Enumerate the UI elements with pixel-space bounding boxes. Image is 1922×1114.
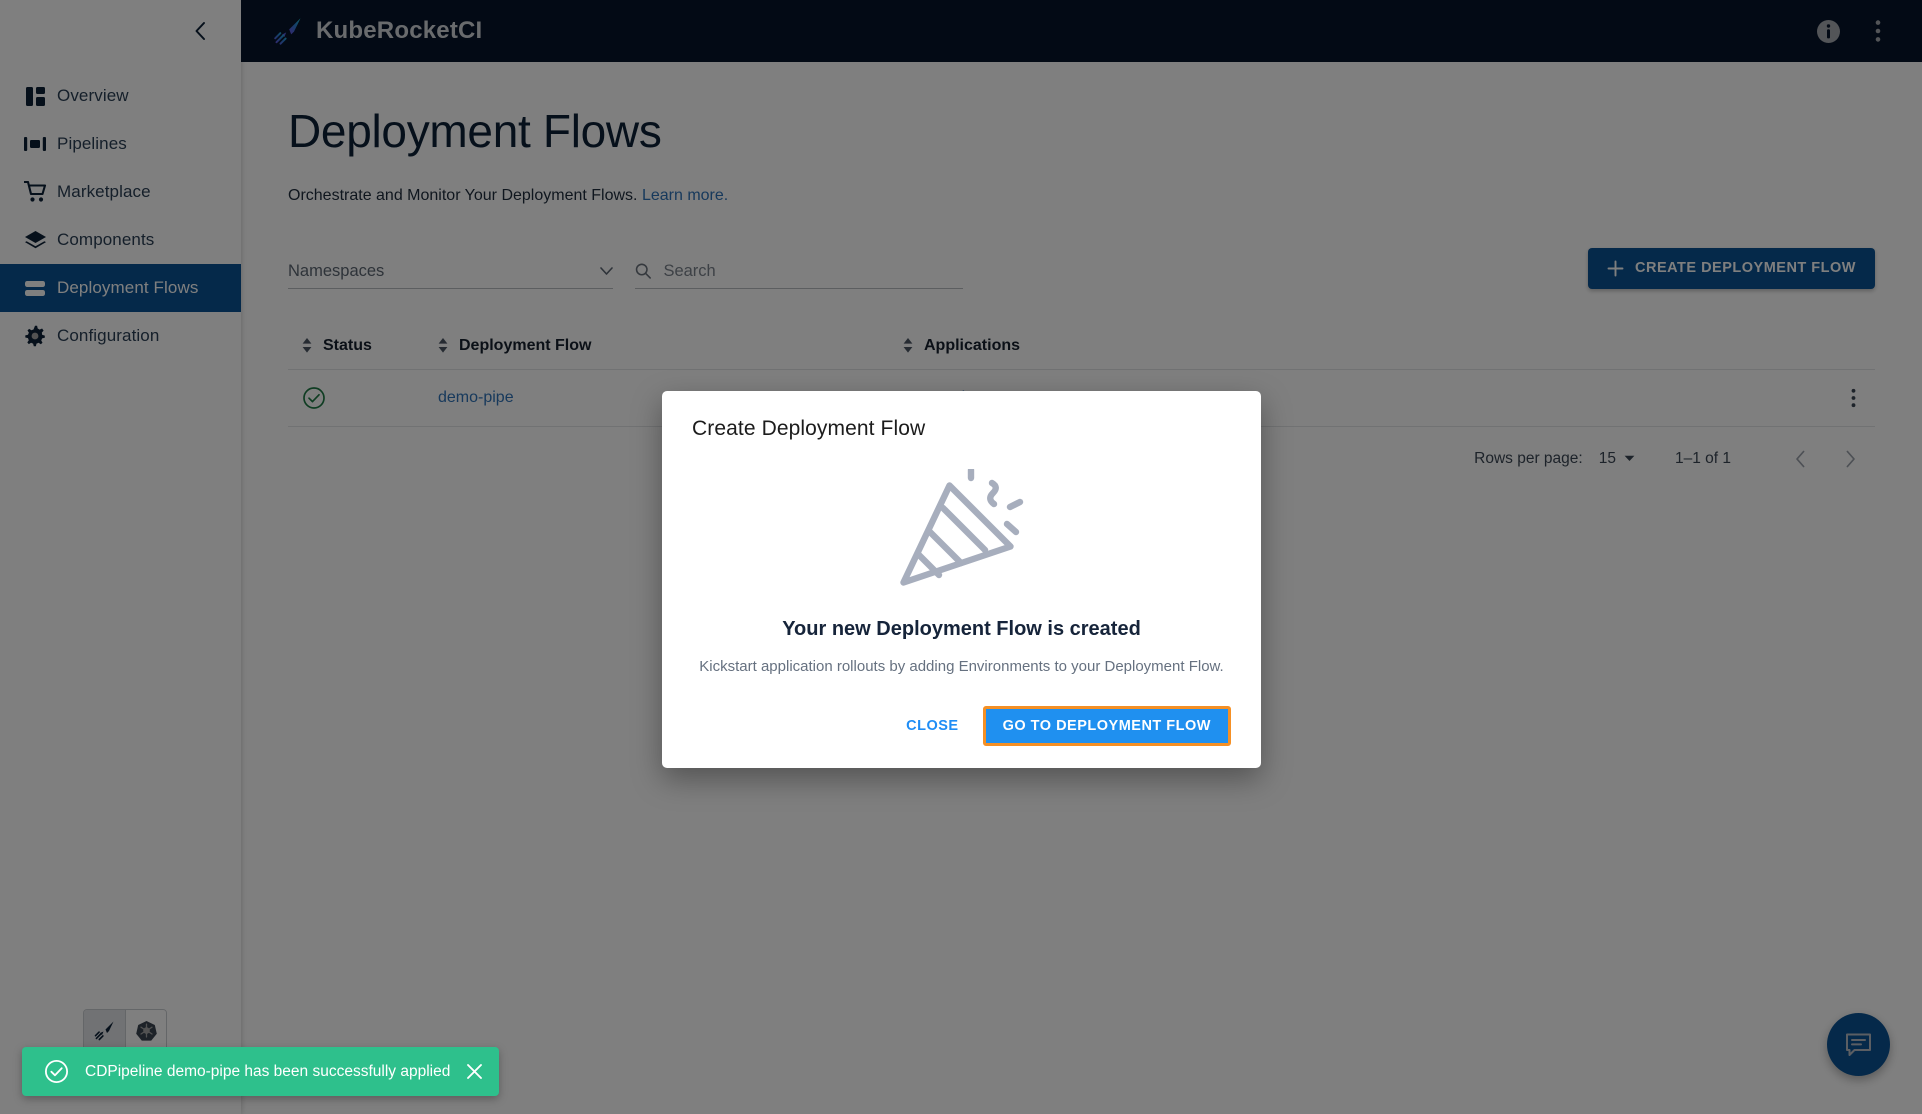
toast-close-button[interactable]	[466, 1063, 483, 1080]
confetti-illustration	[897, 469, 1027, 596]
close-x-icon	[466, 1063, 483, 1080]
app-root: Overview Pipelines	[0, 0, 1922, 1114]
dialog-heading: Your new Deployment Flow is created	[782, 618, 1141, 641]
confetti-party-popper-icon	[897, 469, 1027, 591]
create-deployment-flow-dialog: Create Deployment Flow Your n	[662, 391, 1261, 768]
toast-message: CDPipeline demo-pipe has been successful…	[85, 1063, 450, 1081]
toast-notification: CDPipeline demo-pipe has been successful…	[22, 1047, 499, 1096]
check-circle-icon	[44, 1059, 69, 1084]
dialog-actions: CLOSE GO TO DEPLOYMENT FLOW	[692, 706, 1231, 746]
go-to-deployment-flow-button[interactable]: GO TO DEPLOYMENT FLOW	[983, 706, 1231, 746]
dialog-title: Create Deployment Flow	[692, 417, 1231, 441]
close-button[interactable]: CLOSE	[892, 709, 972, 743]
dialog-subtext: Kickstart application rollouts by adding…	[699, 658, 1223, 675]
dialog-body: Your new Deployment Flow is created Kick…	[692, 441, 1231, 675]
